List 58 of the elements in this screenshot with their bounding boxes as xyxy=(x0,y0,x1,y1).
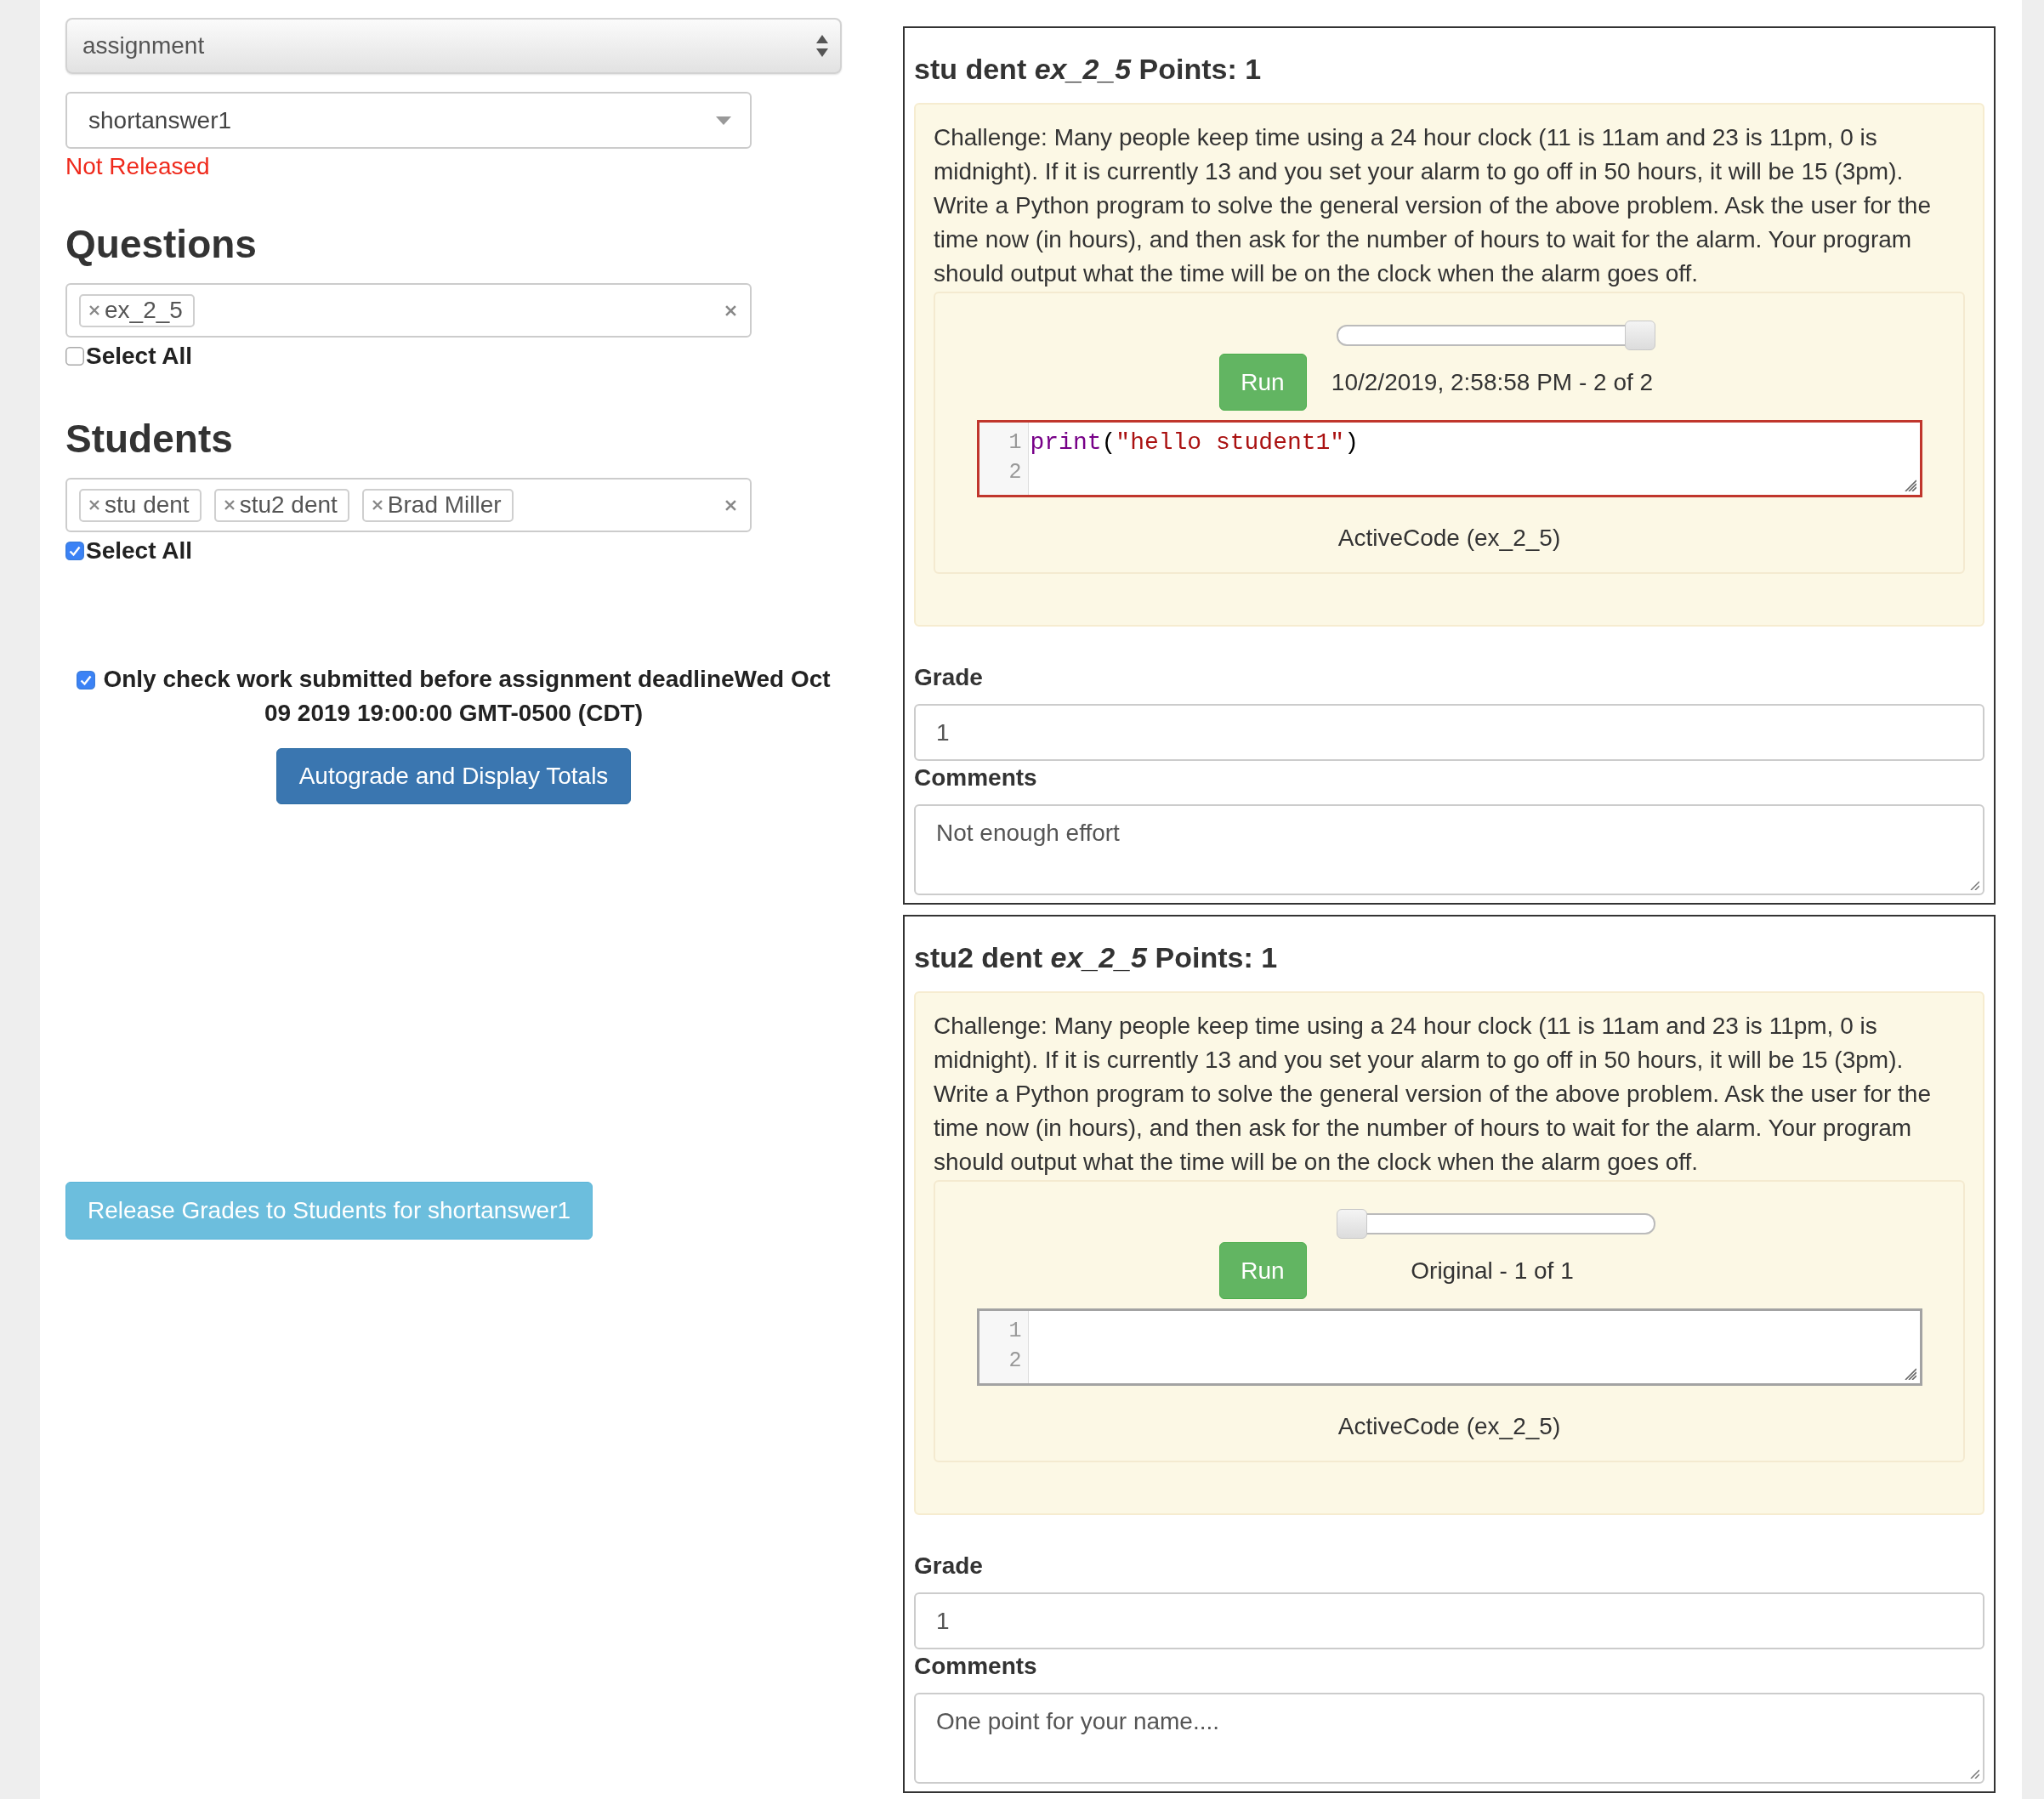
release-status: Not Released xyxy=(65,152,210,181)
assignment-select[interactable]: assignment xyxy=(65,18,842,74)
checkbox[interactable] xyxy=(65,542,84,560)
question-prompt: Write a Python program to solve the general version of the above problem. Ask the user for the time now (in hours), and then ask for the number of hours to wait for the alarm. Your program should output what the time will be on the clock when the alarm goes off. xyxy=(934,191,1932,288)
section-heading: Students xyxy=(65,416,233,463)
line-number: 1 xyxy=(1008,1318,1022,1345)
question-prompt: Challenge: Many people keep time using a 24 hour clock (11 is 11am and 23 is 11pm, 0 is midnight). If it is currently 13 and you set your alarm to go off in 50 hours, it will be 15 (3pm). xyxy=(934,123,1905,186)
autograde-button[interactable]: Autograde and Display Totals xyxy=(275,748,632,804)
submission-heading: stu dent ex_2_5 Points: 1 xyxy=(914,52,1263,87)
selected-tag[interactable]: stu dent xyxy=(79,488,202,522)
comments-textarea[interactable]: Not enough effort xyxy=(914,804,1984,895)
version-label: Original - 1 of 1 xyxy=(1410,1257,1575,1285)
field-label: Grade xyxy=(914,663,984,692)
version-label: 10/2/2019, 2:58:58 PM - 2 of 2 xyxy=(1330,368,1655,396)
code-editor[interactable]: 1 2 print("hello student1") xyxy=(976,420,1922,497)
selected-tag[interactable]: Brad Miller xyxy=(361,488,514,522)
section-heading: Questions xyxy=(65,221,257,268)
remove-icon[interactable] xyxy=(372,500,383,510)
history-slider[interactable] xyxy=(1337,1209,1655,1239)
clear-icon[interactable] xyxy=(725,304,736,316)
remove-icon[interactable] xyxy=(89,305,99,315)
history-slider[interactable] xyxy=(1337,321,1655,350)
checkbox-label: Only check work submitted before assignment deadlineWed Oct 09 2019 19:00:00 GMT-0500 (CDT) xyxy=(103,666,831,726)
resize-grip-icon[interactable] xyxy=(1904,1368,1916,1380)
grade-input[interactable]: 1 xyxy=(914,1592,1984,1649)
sort-arrows-icon xyxy=(816,35,828,57)
caret-down-icon xyxy=(716,116,731,125)
line-number: 2 xyxy=(1008,1348,1022,1375)
checkbox[interactable] xyxy=(65,347,84,366)
submission-heading: stu2 dent ex_2_5 Points: 1 xyxy=(914,940,1279,975)
resize-grip-icon[interactable] xyxy=(1969,1768,1979,1779)
checkbox[interactable] xyxy=(77,671,96,690)
checkbox-label: Select All xyxy=(86,537,192,565)
resize-grip-icon[interactable] xyxy=(1904,480,1916,491)
selected-tag[interactable]: stu2 dent xyxy=(213,488,349,522)
grade-input[interactable]: 1 xyxy=(914,704,1984,761)
line-number: 1 xyxy=(1008,429,1022,457)
students-select-field[interactable]: stu dent stu2 dent Brad Miller xyxy=(65,478,752,532)
comments-textarea[interactable]: One point for your name.... xyxy=(914,1693,1984,1784)
field-label: Grade xyxy=(914,1552,984,1581)
clear-icon[interactable] xyxy=(725,499,736,511)
problem-select[interactable]: shortanswer1 xyxy=(65,92,752,149)
remove-icon[interactable] xyxy=(89,500,99,510)
activecode-caption: ActiveCode (ex_2_5) xyxy=(1337,524,1561,553)
code-line: print("hello student1") xyxy=(1030,428,1359,457)
question-prompt: Write a Python program to solve the general version of the above problem. Ask the user for the time now (in hours), and then ask for the number of hours to wait for the alarm. Your program should output what the time will be on the clock when the alarm goes off. xyxy=(934,1080,1932,1177)
activecode-caption: ActiveCode (ex_2_5) xyxy=(1337,1412,1561,1441)
question-prompt: Challenge: Many people keep time using a 24 hour clock (11 is 11am and 23 is 11pm, 0 is midnight). If it is currently 13 and you set your alarm to go off in 50 hours, it will be 15 (3pm). xyxy=(934,1012,1905,1075)
line-number: 2 xyxy=(1008,459,1022,486)
resize-grip-icon[interactable] xyxy=(1969,880,1979,890)
checkbox-label: Select All xyxy=(86,343,192,370)
selected-tag[interactable]: ex_2_5 xyxy=(79,293,195,327)
field-label: Comments xyxy=(914,763,1038,792)
field-label: Comments xyxy=(914,1652,1038,1681)
slider-thumb[interactable] xyxy=(1337,1209,1367,1239)
slider-thumb[interactable] xyxy=(1625,321,1655,350)
remove-icon[interactable] xyxy=(224,500,235,510)
questions-select-field[interactable]: ex_2_5 xyxy=(65,283,752,338)
